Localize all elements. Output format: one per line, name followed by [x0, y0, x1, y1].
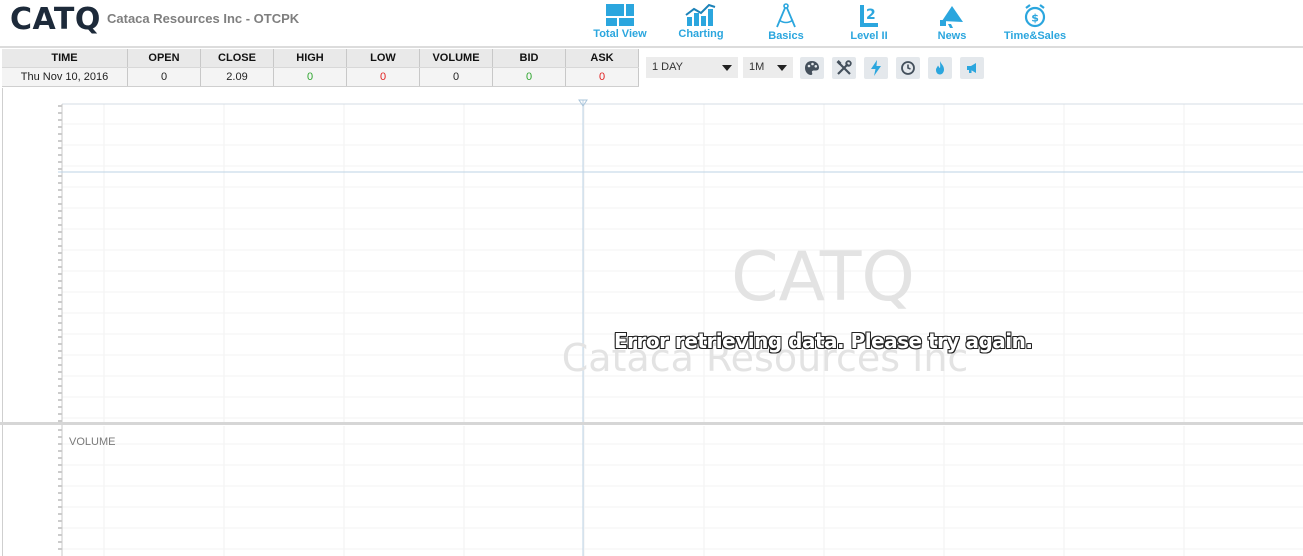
interval-value: 1 DAY [652, 61, 683, 73]
range-value: 1M [749, 61, 765, 73]
quote-header-row: TIME OPEN CLOSE HIGH LOW VOLUME BID ASK [2, 49, 639, 68]
alert-button[interactable] [960, 57, 984, 79]
nav-label: Time&Sales [1003, 30, 1067, 42]
header-divider [0, 46, 1303, 48]
nav-news[interactable]: News [928, 0, 976, 46]
range-select[interactable]: 1M [743, 57, 793, 78]
nav-basics[interactable]: Basics [757, 0, 815, 46]
col-bid: BID [492, 49, 566, 68]
nav-label: Level II [850, 30, 888, 42]
volume-value: 0 [419, 67, 493, 87]
quote-table: TIME OPEN CLOSE HIGH LOW VOLUME BID ASK … [2, 49, 639, 87]
tools-button[interactable] [832, 57, 856, 79]
charting-icon [685, 3, 716, 26]
history-button[interactable] [896, 57, 920, 79]
nav-level-two[interactable]: 2 Level II [842, 0, 896, 46]
company-name: Cataca Resources Inc - OTCPK [107, 11, 300, 26]
megaphone-icon [940, 6, 963, 28]
indicators-button[interactable] [864, 57, 888, 79]
style-button[interactable] [800, 57, 824, 79]
tools-icon [836, 60, 852, 75]
nav-label: Total View [593, 28, 647, 40]
pane-divider[interactable] [0, 422, 1303, 425]
open-value: 0 [127, 67, 201, 87]
time-value: Thu Nov 10, 2016 [2, 67, 128, 87]
nav-total-view[interactable]: Total View [588, 0, 652, 46]
chevron-down-icon [777, 65, 787, 71]
hot-button[interactable] [928, 57, 952, 79]
low-value: 0 [346, 67, 420, 87]
col-low: LOW [346, 49, 420, 68]
col-high: HIGH [273, 49, 347, 68]
clock-icon [901, 61, 915, 75]
svg-text:2: 2 [866, 7, 876, 23]
col-time: TIME [2, 49, 128, 68]
palette-icon [805, 61, 819, 75]
col-ask: ASK [565, 49, 639, 68]
announce-icon [967, 63, 976, 73]
nav-charting[interactable]: Charting [670, 0, 732, 46]
alarm-clock-dollar-icon: $ [1024, 4, 1046, 28]
nav-label: Charting [678, 28, 724, 40]
close-value: 2.09 [200, 67, 274, 87]
level-two-icon: 2 [860, 5, 878, 27]
ask-value: 0 [565, 67, 639, 87]
compass-icon [776, 3, 796, 28]
svg-text:$: $ [1031, 12, 1039, 25]
price-chart[interactable] [0, 88, 1303, 556]
lightning-icon [871, 60, 881, 76]
flame-icon [936, 61, 944, 75]
nav-label: Basics [768, 30, 804, 42]
chevron-down-icon [722, 65, 732, 71]
col-open: OPEN [127, 49, 201, 68]
nav-label: News [937, 30, 967, 42]
ticker-symbol: CATQ [10, 2, 101, 37]
high-value: 0 [273, 67, 347, 87]
nav-time-sales[interactable]: $ Time&Sales [998, 0, 1072, 46]
volume-pane-label: VOLUME [69, 436, 116, 448]
error-message: Error retrieving data. Please try again. [614, 329, 1033, 353]
interval-select[interactable]: 1 DAY [646, 57, 738, 78]
col-close: CLOSE [200, 49, 274, 68]
total-view-icon [606, 4, 634, 26]
header: CATQ Cataca Resources Inc - OTCPK Total … [0, 0, 1303, 46]
quote-value-row: Thu Nov 10, 2016 0 2.09 0 0 0 0 0 [2, 67, 639, 87]
col-volume: VOLUME [419, 49, 493, 68]
bid-value: 0 [492, 67, 566, 87]
